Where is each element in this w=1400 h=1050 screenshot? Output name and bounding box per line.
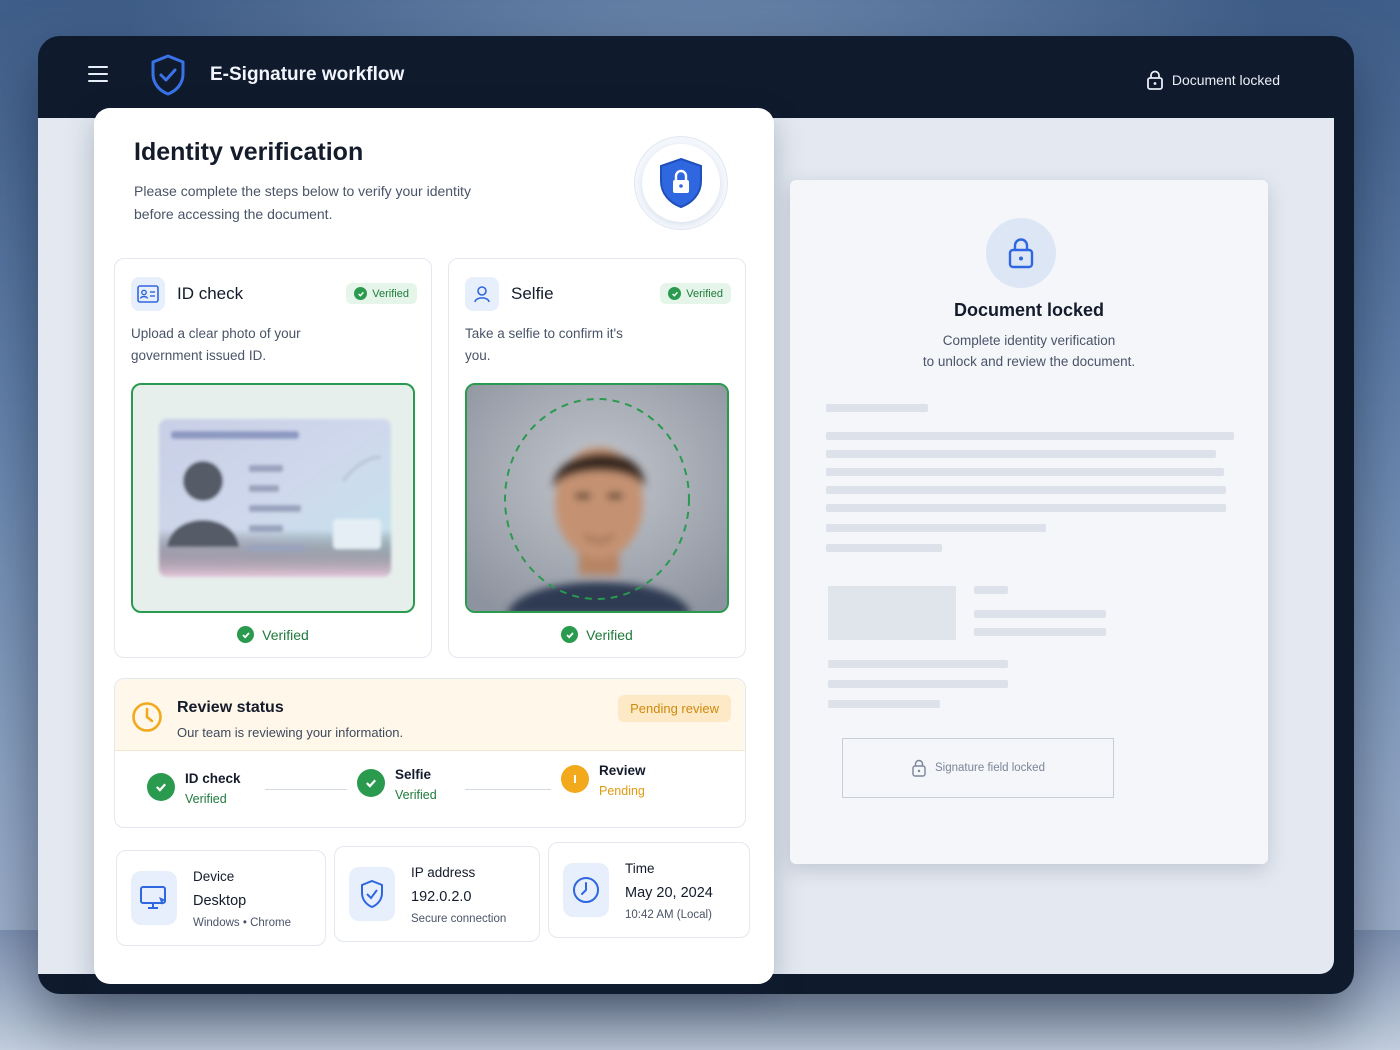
step-review-state: Pending (599, 784, 645, 798)
shield-lock-icon (660, 157, 702, 209)
shield-icon (361, 879, 383, 909)
review-status-panel: Review status Our team is reviewing your… (114, 678, 746, 828)
verification-panel: Identity verification Please complete th… (94, 108, 774, 984)
step-selfie-name: Selfie (395, 767, 432, 782)
workspace: Identity verification Please complete th… (38, 108, 1334, 984)
lock-icon (1008, 238, 1034, 269)
security-badge (634, 136, 728, 230)
signature-field[interactable]: Signature field locked (842, 738, 1114, 798)
time-label: Time (625, 861, 655, 876)
id-card-icon (137, 285, 159, 303)
selfie-description: Take a selfie to confirm it's you. (465, 326, 623, 363)
id-check-status: Verified (115, 626, 431, 643)
id-card-image (159, 419, 391, 577)
signature-field-label: Signature field locked (935, 762, 1045, 774)
ip-info-card: IP address 192.0.2.0 Secure connection (334, 846, 540, 942)
device-sub: Windows • Chrome (193, 917, 291, 929)
document-status: Document locked (1146, 70, 1280, 90)
selfie-status: Verified (449, 626, 745, 643)
monitor-icon (140, 886, 166, 909)
app-title: E-Signature workflow (210, 64, 405, 85)
id-check-badge-label: Verified (372, 287, 409, 300)
lock-icon (912, 759, 926, 777)
app-window: E-Signature workflow Document locked Ide… (38, 36, 1354, 994)
selfie-preview[interactable] (465, 383, 729, 613)
selfie-badge: Verified (660, 283, 731, 304)
page-title: Identity verification (134, 138, 364, 166)
shield-check-icon (151, 54, 185, 96)
id-check-status-label: Verified (262, 626, 309, 643)
selfie-image (467, 385, 727, 611)
selfie-status-label: Verified (586, 626, 633, 643)
step-selfie-state: Verified (395, 788, 437, 802)
id-check-description: Upload a clear photo of your government … (131, 326, 301, 363)
check-icon (354, 287, 368, 300)
document-subtitle-line-1: Complete identity verification (942, 333, 1116, 348)
step-id-check-name: ID check (185, 771, 241, 786)
id-check-title: ID check (177, 284, 244, 303)
top-bar: E-Signature workflow Document locked (38, 36, 1354, 118)
selfie-title: Selfie (511, 284, 554, 303)
document-preview: Document locked Complete identity verifi… (790, 180, 1268, 864)
user-icon (474, 286, 490, 303)
lock-icon (1146, 70, 1163, 90)
check-icon (561, 626, 579, 643)
document-locked-title: Document locked (953, 300, 1105, 320)
document-subtitle-line-2: to unlock and review the document. (922, 354, 1136, 369)
pending-review-badge: Pending review (618, 695, 731, 722)
id-check-card[interactable]: ID check Verified Upload a clear photo o… (114, 258, 432, 658)
device-label: Device (193, 869, 235, 884)
selfie-badge-label: Verified (686, 287, 723, 300)
time-value: May 20, 2024 (625, 885, 713, 901)
ip-label: IP address (411, 865, 476, 880)
document-locked-subtitle: Complete identity verification to unlock… (790, 330, 1268, 372)
clock-icon (573, 877, 599, 903)
step-review: Review Pending (561, 763, 646, 798)
page-subtitle: Please complete the steps below to verif… (134, 183, 471, 222)
id-photo-preview[interactable] (131, 383, 415, 613)
step-id-check-state: Verified (185, 792, 227, 806)
pending-icon (561, 765, 589, 793)
time-sub: 10:42 AM (Local) (625, 909, 712, 921)
review-title: Review status (177, 699, 284, 716)
document-status-label: Document locked (1171, 72, 1280, 88)
ip-value: 192.0.2.0 (411, 889, 472, 905)
check-icon (357, 769, 385, 797)
device-info-card: Device Desktop Windows • Chrome (116, 850, 326, 946)
step-review-name: Review (599, 763, 646, 778)
check-icon (668, 287, 682, 300)
check-icon (237, 626, 255, 643)
selfie-card[interactable]: Selfie Verified Take a selfie to confirm… (448, 258, 746, 658)
image-placeholder (828, 586, 956, 640)
id-check-badge: Verified (346, 283, 417, 304)
time-info-card: Time May 20, 2024 10:42 AM (Local) (548, 842, 750, 938)
device-value: Desktop (193, 893, 247, 909)
step-id-check: ID check Verified (147, 771, 241, 806)
step-selfie: Selfie Verified (357, 767, 437, 802)
menu-icon[interactable] (88, 66, 108, 82)
ip-sub: Secure connection (411, 913, 507, 925)
review-subtitle: Our team is reviewing your information. (177, 725, 404, 740)
review-steps: ID check Verified Selfie Verified Review Pe… (115, 751, 745, 827)
check-icon (147, 773, 175, 801)
clock-icon (132, 702, 162, 732)
